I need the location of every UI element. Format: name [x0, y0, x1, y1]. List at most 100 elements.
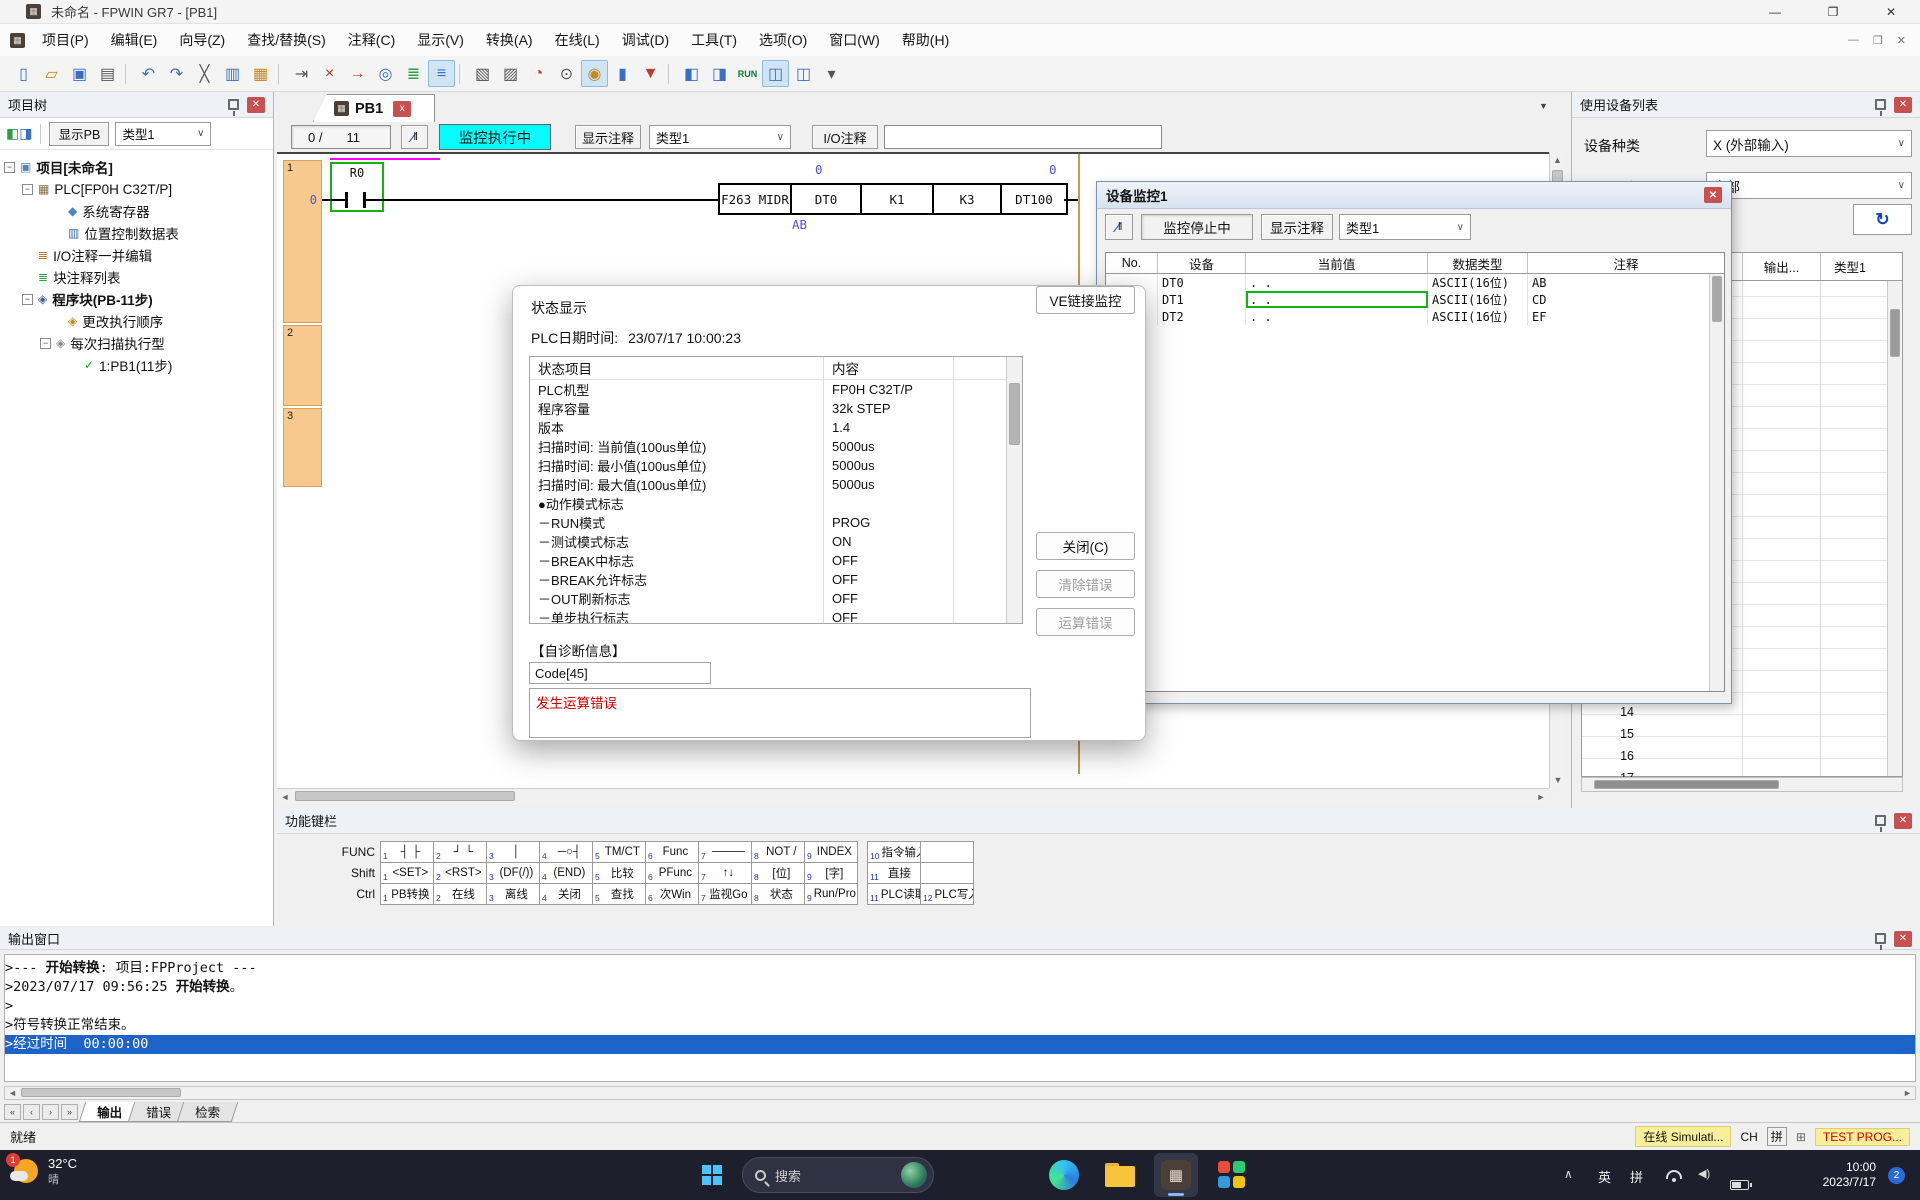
tab-close-icon[interactable]: x — [393, 101, 411, 117]
volume-icon[interactable]: ◀) — [1698, 1167, 1710, 1180]
dialog-button[interactable]: VE链接监控 — [1036, 286, 1135, 314]
function-key[interactable]: 6PFunc — [645, 862, 699, 884]
toolbar-icon[interactable]: ⊙ — [553, 60, 580, 87]
function-key[interactable]: 3(DF(/)) — [486, 862, 540, 884]
menu-item[interactable]: 窗口(W) — [818, 24, 891, 56]
function-key[interactable]: 11PLC读取 — [867, 883, 921, 905]
cell-value[interactable]: . . — [1246, 274, 1428, 291]
function-key[interactable]: 11直接 — [867, 862, 921, 884]
pin-icon[interactable] — [1875, 99, 1886, 110]
tray-ime[interactable]: 拼 — [1630, 1167, 1643, 1186]
toolbar-icon[interactable]: ▧ — [469, 60, 496, 87]
function-key[interactable]: 7监视Go — [698, 883, 752, 905]
function-key[interactable]: 2在线 — [433, 883, 487, 905]
tree-item[interactable]: − ▣ 项目[未命名] — [0, 156, 273, 178]
menu-item[interactable]: 编辑(E) — [100, 24, 169, 56]
instruction-cell[interactable]: DT100 — [1000, 185, 1066, 213]
rung-2-margin[interactable]: 2 — [283, 325, 322, 406]
function-key[interactable]: 7──── — [698, 841, 752, 863]
tree-item[interactable]: ≣ I/O注释一并编辑 — [0, 244, 273, 266]
show-comment-button[interactable]: 显示注释 — [1261, 214, 1333, 240]
tree-type-combo[interactable]: 类型1∨ — [115, 122, 211, 146]
scrollbar-thumb[interactable] — [1712, 276, 1722, 322]
monitor-toggle-icon[interactable]: ∕‖ — [401, 125, 428, 149]
battery-icon[interactable] — [1730, 1180, 1749, 1190]
toolbar-icon[interactable]: ▣ — [66, 60, 93, 87]
tree-item[interactable]: − ◈ 每次扫描执行型 — [0, 332, 273, 354]
tree-expander-icon[interactable]: − — [22, 294, 33, 305]
function-key[interactable]: 9Run/Pro — [804, 883, 858, 905]
scrollbar-thumb[interactable] — [295, 791, 515, 801]
instruction-cell[interactable]: K3 — [932, 185, 1000, 213]
type-combo[interactable]: 类型1∨ — [1339, 214, 1471, 240]
mdi-close-icon[interactable]: ✕ — [1897, 34, 1906, 47]
function-key[interactable]: 9INDEX — [804, 841, 858, 863]
toolbar-icon[interactable]: ◨ — [706, 60, 733, 87]
tree-expander-icon[interactable]: − — [4, 162, 15, 173]
cell-value[interactable]: . . — [1246, 291, 1428, 308]
ladder-cursor[interactable]: R0 — [330, 162, 384, 212]
mdi-restore-icon[interactable]: ❐ — [1873, 34, 1883, 47]
toolbar-icon[interactable]: ◫ — [790, 60, 817, 87]
function-key[interactable]: 1┤ ├ — [380, 841, 434, 863]
tray-lang[interactable]: 英 — [1598, 1167, 1611, 1186]
dialog-button[interactable]: 清除错误 — [1036, 570, 1135, 598]
tree-item[interactable]: ◆ 系统寄存器 — [0, 200, 273, 222]
function-key[interactable]: 4─○┤ — [539, 841, 593, 863]
toolbar-icon[interactable]: ▼ — [637, 60, 664, 87]
menu-item[interactable]: 转换(A) — [475, 24, 544, 56]
monitor-toggle-icon[interactable]: ∕‖ — [1105, 214, 1133, 240]
monitor-row[interactable]: DT1 . . ASCII(16位) CD — [1106, 291, 1724, 308]
function-key[interactable]: 5查找 — [592, 883, 646, 905]
taskbar-app-icon[interactable] — [1210, 1153, 1254, 1197]
output-log[interactable]: >--- 开始转换: 项目:FPProject --- >2023/07/17 … — [4, 954, 1916, 1082]
function-key[interactable]: 10指令输入 — [867, 841, 921, 863]
menu-item[interactable]: 向导(Z) — [168, 24, 236, 56]
display-combo[interactable]: 全部∨ — [1706, 172, 1912, 199]
comment-type-combo[interactable]: 类型1∨ — [649, 125, 791, 149]
menu-item[interactable]: 选项(O) — [748, 24, 818, 56]
instruction-cell[interactable]: DT0 — [790, 185, 860, 213]
maximize-button[interactable]: ❐ — [1804, 0, 1862, 24]
close-button[interactable]: ✕ — [1862, 0, 1920, 24]
function-key[interactable]: 6Func — [645, 841, 699, 863]
function-key[interactable]: 1PB转换 — [380, 883, 434, 905]
mdi-minimize-icon[interactable]: — — [1848, 34, 1859, 47]
tab-nav-icon[interactable]: » — [61, 1104, 78, 1120]
toolbar-icon[interactable]: ≣ — [400, 60, 427, 87]
close-icon[interactable]: ✕ — [1894, 813, 1912, 829]
tree-item[interactable]: ▥ 位置控制数据表 — [0, 222, 273, 244]
function-key[interactable]: 4关闭 — [539, 883, 593, 905]
menu-item[interactable]: 查找/替换(S) — [236, 24, 337, 56]
toolbar-icon[interactable]: ◫ — [762, 60, 789, 87]
function-key[interactable]: 7↑↓ — [698, 862, 752, 884]
menu-item[interactable]: 注释(C) — [337, 24, 406, 56]
tab-nav-icon[interactable]: › — [42, 1104, 59, 1120]
dialog-button[interactable]: 关闭(C) — [1036, 532, 1135, 560]
device-table-hscrollbar[interactable] — [1581, 777, 1903, 792]
tab-strip-chevron-icon[interactable]: ▼ — [1539, 101, 1548, 111]
tray-chevron-icon[interactable]: ∧ — [1564, 1167, 1573, 1181]
scrollbar-thumb[interactable] — [1009, 383, 1020, 445]
function-key[interactable]: 8NOT / — [751, 841, 805, 863]
function-key[interactable]: 6次Win — [645, 883, 699, 905]
pin-icon[interactable] — [1875, 815, 1886, 826]
function-key[interactable]: 8[位] — [751, 862, 805, 884]
toolbar-icon[interactable]: ⇥ — [288, 60, 315, 87]
scrollbar-thumb[interactable] — [1890, 309, 1900, 357]
toolbar-icon[interactable]: × — [316, 60, 343, 87]
instruction-cell[interactable]: F263 MIDR — [720, 185, 790, 213]
tree-item[interactable]: ◈ 更改执行顺序 — [0, 310, 273, 332]
toolbar-icon[interactable]: ▦ — [247, 60, 274, 87]
monitor-row[interactable]: DT0 . . ASCII(16位) AB — [1106, 274, 1724, 291]
toolbar-icon[interactable]: ▱ — [38, 60, 65, 87]
start-button[interactable] — [702, 1165, 722, 1185]
status-list-vscrollbar[interactable] — [1006, 357, 1022, 623]
function-key[interactable]: 3离线 — [486, 883, 540, 905]
function-key[interactable] — [920, 841, 974, 863]
tree-item[interactable]: ≣ 块注释列表 — [0, 266, 273, 288]
weather-widget[interactable]: 1 32°C 晴 — [8, 1155, 77, 1187]
menu-item[interactable]: 显示(V) — [406, 24, 475, 56]
toolbar-icon[interactable]: → — [344, 60, 371, 87]
toolbar-icon[interactable]: ◉ — [581, 60, 608, 87]
